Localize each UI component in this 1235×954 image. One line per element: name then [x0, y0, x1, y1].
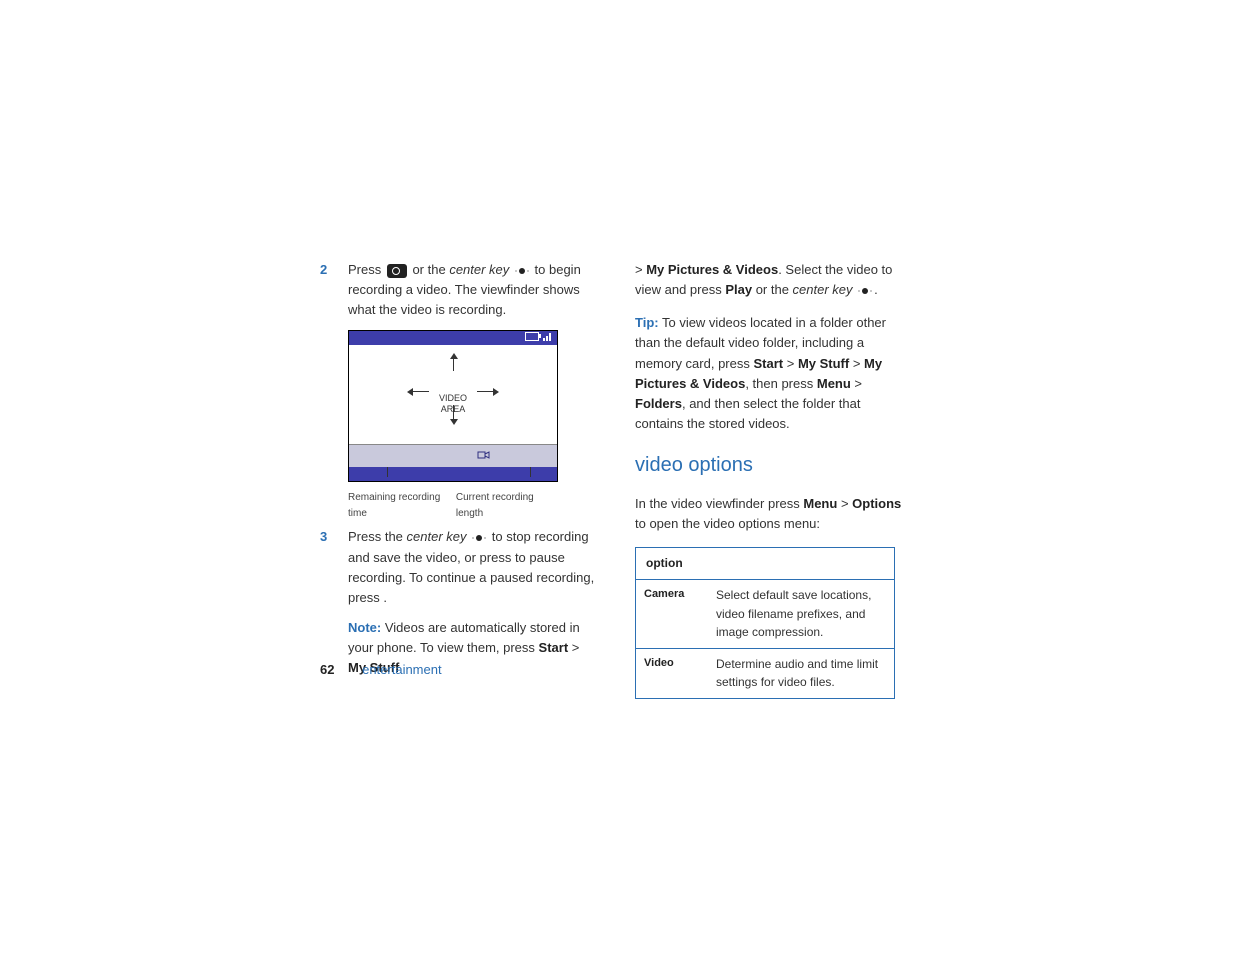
text: VIDEO — [439, 393, 467, 404]
callout-remaining: Remaining recording time — [348, 490, 456, 521]
table-header: option — [636, 548, 895, 580]
table-row: Video Determine audio and time limit set… — [636, 648, 895, 698]
center-key-term: center key — [793, 282, 853, 297]
arrow-line — [411, 391, 429, 392]
section-name: entertainment — [362, 662, 442, 677]
table-row: Camera Select default save locations, vi… — [636, 580, 895, 649]
text: > — [851, 376, 862, 391]
section-intro: In the video viewfinder press Menu > Opt… — [635, 494, 910, 534]
viewfinder-frame: VIDEO AREA — [348, 330, 558, 482]
center-key-term: center key — [407, 529, 467, 544]
option-desc: Determine audio and time limit settings … — [708, 648, 895, 698]
step-number: 3 — [320, 527, 348, 608]
step-body: Press the center key to stop recording a… — [348, 527, 595, 608]
menu-path: My Stuff — [798, 356, 849, 371]
menu-path: Folders — [635, 396, 682, 411]
step-body: Press or the center key to begin recordi… — [348, 260, 595, 320]
vf-callouts: Remaining recording time Current recordi… — [348, 490, 558, 521]
vf-top-bar — [349, 331, 557, 345]
vf-tick-right — [530, 467, 531, 477]
text: , then press — [745, 376, 817, 391]
text: to open the video options menu: — [635, 516, 820, 531]
center-key-icon — [515, 264, 529, 278]
table-header-row: option — [636, 548, 895, 580]
text: > — [849, 356, 864, 371]
left-column: 2 Press or the center key to begin recor… — [320, 260, 595, 699]
text: . — [383, 590, 387, 605]
option-name: Video — [636, 648, 709, 698]
vf-tick-left — [387, 467, 388, 477]
options-table: option Camera Select default save locati… — [635, 547, 895, 699]
menu-path: Start — [753, 356, 783, 371]
text: > — [635, 262, 646, 277]
page-number: 62 — [320, 662, 334, 677]
center-key-icon — [472, 531, 486, 545]
battery-icon — [525, 332, 539, 341]
menu-path: Menu — [817, 376, 851, 391]
text: > — [783, 356, 798, 371]
text: . — [874, 282, 878, 297]
option-desc: Select default save locations, video fil… — [708, 580, 895, 649]
menu-path: Menu — [803, 496, 837, 511]
arrow-right-icon — [493, 388, 499, 396]
step-2: 2 Press or the center key to begin recor… — [320, 260, 595, 320]
menu-path: My Pictures & Videos — [646, 262, 778, 277]
vf-bottom-bar — [349, 467, 557, 481]
manual-page: 2 Press or the center key to begin recor… — [0, 0, 1235, 954]
signal-icon — [543, 333, 551, 341]
menu-path: Options — [852, 496, 901, 511]
right-column: > My Pictures & Videos. Select the video… — [635, 260, 910, 699]
text: Press — [348, 262, 385, 277]
arrow-left-icon — [407, 388, 413, 396]
tip-label: Tip: — [635, 315, 659, 330]
callout-current: Current recording length — [456, 490, 558, 521]
text: or the — [409, 262, 449, 277]
option-name: Camera — [636, 580, 709, 649]
viewfinder-diagram: VIDEO AREA Remaining recording time Curr… — [348, 330, 558, 521]
center-key-icon — [858, 284, 872, 298]
text: Press the — [348, 529, 407, 544]
text: or the — [752, 282, 792, 297]
step-number: 2 — [320, 260, 348, 320]
arrow-down-icon — [450, 419, 458, 425]
menu-path: Start — [539, 640, 569, 655]
arrow-up-icon — [450, 353, 458, 359]
menu-path: Play — [725, 282, 752, 297]
vf-center-label: VIDEO AREA — [439, 393, 467, 415]
two-column-content: 2 Press or the center key to begin recor… — [320, 260, 915, 699]
continuation: > My Pictures & Videos. Select the video… — [635, 260, 910, 300]
tip-block: Tip: To view videos located in a folder … — [635, 313, 910, 434]
vf-toolbar — [349, 444, 557, 467]
page-footer: 62 entertainment — [320, 662, 442, 677]
text: > — [837, 496, 852, 511]
section-heading: video options — [635, 450, 910, 481]
text: > — [568, 640, 579, 655]
text: AREA — [439, 404, 467, 415]
vf-status-icons — [525, 332, 551, 341]
text: In the video viewfinder press — [635, 496, 803, 511]
step-3: 3 Press the center key to stop recording… — [320, 527, 595, 608]
center-key-term: center key — [449, 262, 509, 277]
camera-key-icon — [387, 264, 407, 278]
vf-mode-icon — [477, 449, 491, 465]
note-label: Note: — [348, 620, 381, 635]
